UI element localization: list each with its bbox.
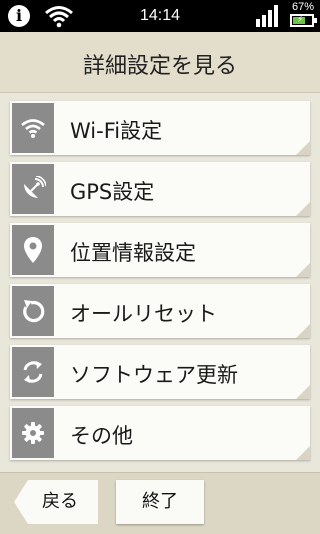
menu-item-software-update[interactable]: ソフトウェア更新 <box>10 345 310 399</box>
charging-icon: ⚡ <box>297 15 304 25</box>
back-button[interactable]: 戻る <box>14 480 98 524</box>
menu-item-all-reset[interactable]: オールリセット <box>10 284 310 338</box>
menu-item-label: GPS設定 <box>70 180 155 204</box>
menu-item-label: その他 <box>70 424 133 448</box>
update-icon <box>12 347 54 397</box>
battery-percent: 67% <box>291 1 315 13</box>
header: 詳細設定を見る <box>0 32 320 93</box>
menu-item-label: Wi-Fi設定 <box>70 119 163 143</box>
page-title: 詳細設定を見る <box>82 54 237 79</box>
reset-icon <box>12 286 54 336</box>
battery-icon: ⚡ <box>290 14 317 27</box>
signal-icon <box>256 5 278 27</box>
menu-item-wifi-settings[interactable]: Wi-Fi設定 <box>10 101 310 155</box>
location-pin-icon <box>12 225 54 275</box>
footer-bar: 戻る 終了 <box>0 472 320 534</box>
menu-item-label: 位置情報設定 <box>70 241 196 265</box>
menu-item-other[interactable]: その他 <box>10 406 310 460</box>
menu-item-label: ソフトウェア更新 <box>70 363 238 387</box>
satellite-icon <box>12 164 54 214</box>
settings-menu: Wi-Fi設定 GPS設定 位置情報設定 オールリセット ソフトウェア更新 その… <box>10 101 310 467</box>
status-bar: i 14:14 67% ⚡ <box>0 0 320 32</box>
end-button[interactable]: 終了 <box>116 480 204 524</box>
gear-icon <box>12 408 54 458</box>
menu-item-location-settings[interactable]: 位置情報設定 <box>10 223 310 277</box>
menu-item-label: オールリセット <box>70 302 217 326</box>
menu-item-gps-settings[interactable]: GPS設定 <box>10 162 310 216</box>
wifi-icon <box>12 103 54 153</box>
